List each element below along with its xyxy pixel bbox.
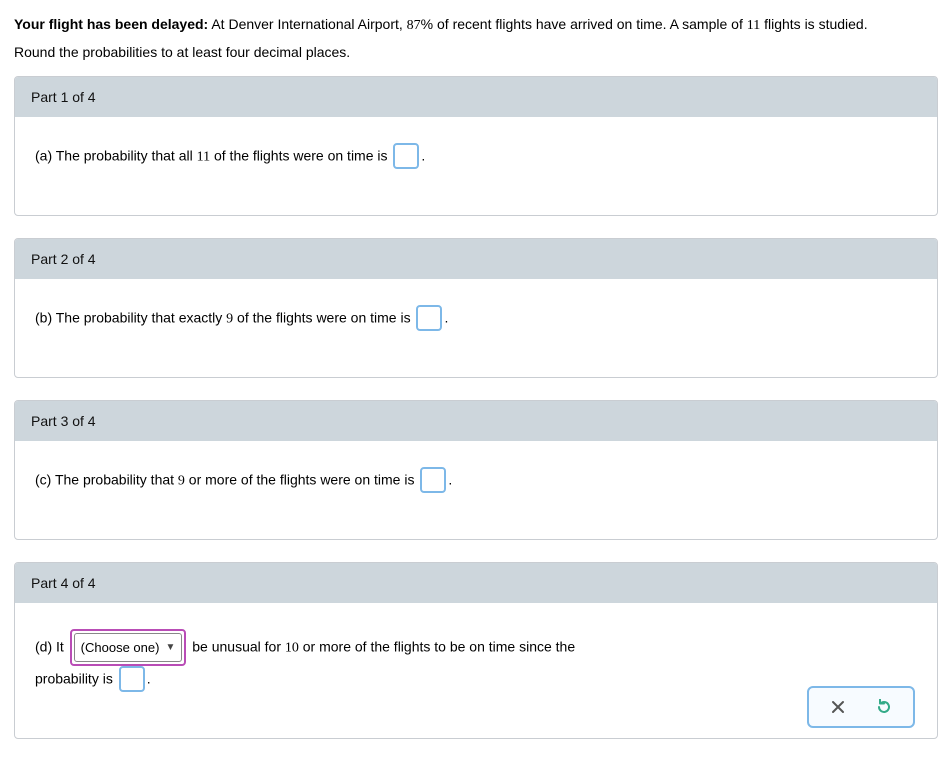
part-3-answer-input[interactable] xyxy=(420,467,446,493)
part-3-body: (c) The probability that 9 or more of th… xyxy=(15,441,937,539)
chevron-down-icon: ▼ xyxy=(165,639,175,657)
undo-icon xyxy=(876,699,892,715)
intro-bold: Your flight has been delayed: xyxy=(14,16,208,32)
problem-intro: Your flight has been delayed: At Denver … xyxy=(14,14,938,36)
part-4-answer-input[interactable] xyxy=(119,666,145,692)
part-1-label: (a) The probability that all xyxy=(35,148,197,164)
intro-text-b: % of recent flights have arrived on time… xyxy=(421,16,747,32)
part-3-n: 9 xyxy=(178,474,185,489)
part-1-n: 11 xyxy=(197,150,210,165)
action-box xyxy=(807,686,915,728)
intro-percent: 87 xyxy=(407,18,421,33)
part-4-dropdown-wrap: (Choose one) ▼ xyxy=(70,629,187,666)
part-1-body: (a) The probability that all 11 of the f… xyxy=(15,117,937,215)
part-4-dropdown[interactable]: (Choose one) ▼ xyxy=(74,633,183,662)
intro-text-a: At Denver International Airport, xyxy=(208,16,406,32)
intro-n: 11 xyxy=(747,18,760,33)
part-1-tail: of the flights were on time is xyxy=(210,148,391,164)
part-1-header: Part 1 of 4 xyxy=(15,77,937,117)
part-3-header: Part 3 of 4 xyxy=(15,401,937,441)
dropdown-selected: (Choose one) xyxy=(81,636,160,659)
part-2-answer-input[interactable] xyxy=(416,305,442,331)
part-4-header: Part 4 of 4 xyxy=(15,563,937,603)
reset-button[interactable] xyxy=(875,698,893,716)
part-2-card: Part 2 of 4 (b) The probability that exa… xyxy=(14,238,938,378)
part-2-label: (b) The probability that exactly xyxy=(35,310,226,326)
part-2-body: (b) The probability that exactly 9 of th… xyxy=(15,279,937,377)
intro-text-c: flights is studied. xyxy=(760,16,867,32)
close-icon xyxy=(831,700,845,714)
part-4-mid2: or more of the flights to be on time sin… xyxy=(299,638,575,654)
period: . xyxy=(448,472,452,488)
period: . xyxy=(421,148,425,164)
part-4-mid: be unusual for xyxy=(188,638,285,654)
part-3-tail: or more of the flights were on time is xyxy=(185,472,418,488)
instructions: Round the probabilities to at least four… xyxy=(14,44,938,60)
part-2-header: Part 2 of 4 xyxy=(15,239,937,279)
period: . xyxy=(444,310,448,326)
part-3-card: Part 3 of 4 (c) The probability that 9 o… xyxy=(14,400,938,540)
part-1-answer-input[interactable] xyxy=(393,143,419,169)
clear-button[interactable] xyxy=(829,698,847,716)
part-4-lead: (d) It xyxy=(35,638,68,654)
part-2-tail: of the flights were on time is xyxy=(233,310,414,326)
part-3-label: (c) The probability that xyxy=(35,472,178,488)
part-4-body: (d) It (Choose one) ▼ be unusual for 10 o… xyxy=(15,603,937,738)
part-4-line2: probability is xyxy=(35,671,117,687)
part-1-card: Part 1 of 4 (a) The probability that all… xyxy=(14,76,938,216)
period: . xyxy=(147,671,151,687)
part-4-n: 10 xyxy=(285,640,299,655)
part-4-card: Part 4 of 4 (d) It (Choose one) ▼ be unus… xyxy=(14,562,938,739)
